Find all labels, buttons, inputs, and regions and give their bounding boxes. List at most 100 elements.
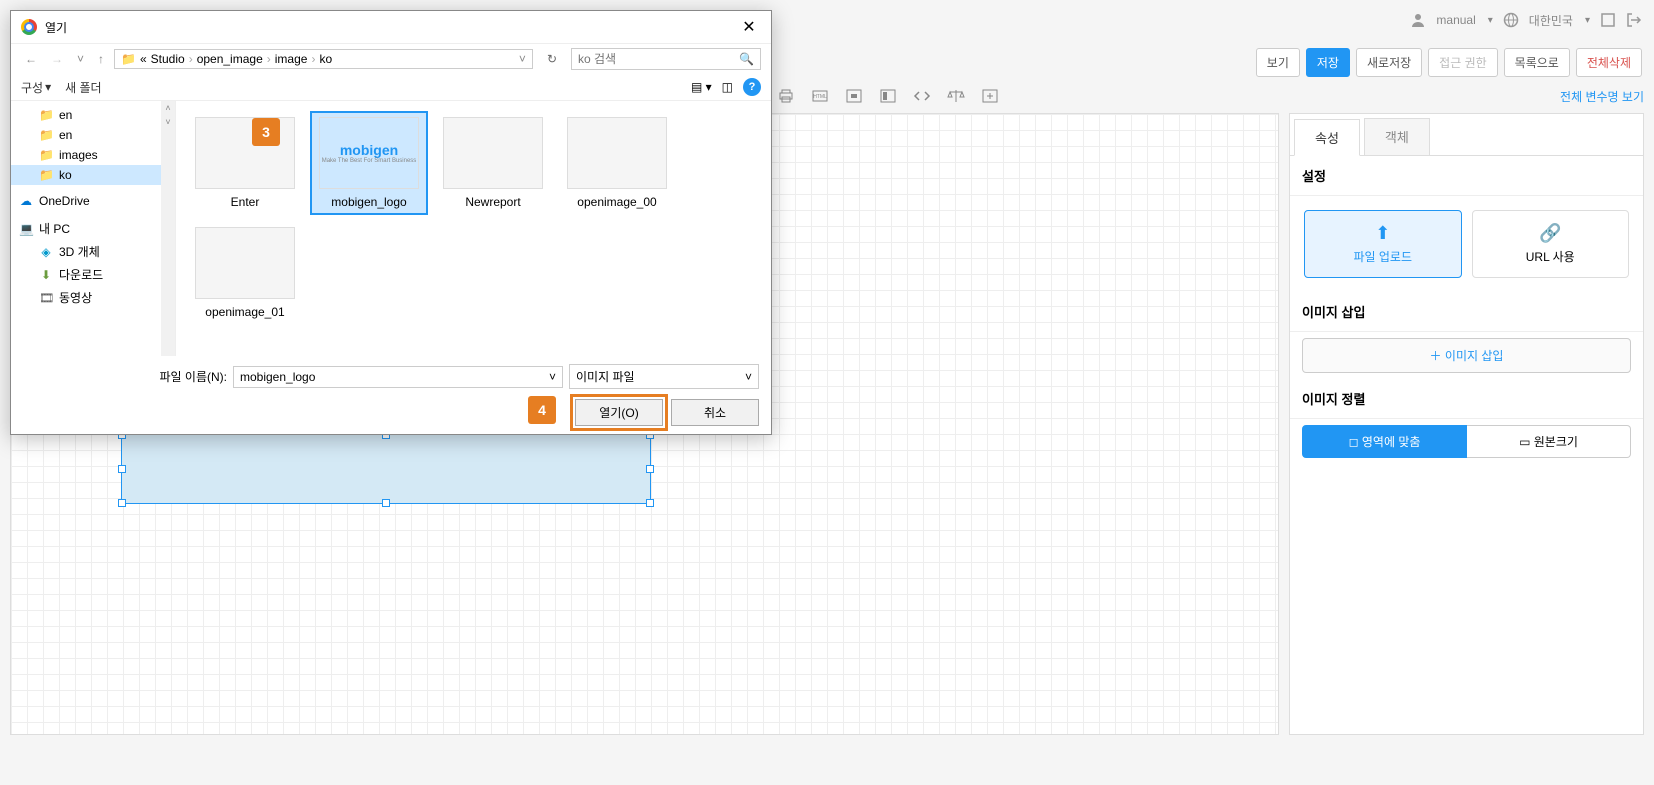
tabs: 속성 객체 [1290, 114, 1643, 156]
plus-icon: ＋ [1430, 349, 1442, 363]
tree-item[interactable]: ⬇다운로드 [11, 263, 175, 286]
filter-label: 이미지 파일 [576, 368, 635, 385]
dialog-toolbar: 구성 ▾ 새 폴더 ▤ ▾ ◫ ? [11, 74, 771, 101]
file-thumb [195, 227, 295, 299]
align-title: 이미지 정렬 [1290, 379, 1643, 419]
panel-icon[interactable] [843, 85, 865, 107]
filename-input-box[interactable]: ˅ [233, 366, 563, 388]
crumb[interactable]: image [275, 52, 308, 66]
open-button[interactable]: 열기(O) [575, 399, 663, 426]
close-icon[interactable]: ✕ [737, 17, 761, 37]
file-item[interactable]: openimage_01 [186, 221, 304, 325]
user-label[interactable]: manual [1436, 13, 1475, 27]
print-icon[interactable] [775, 85, 797, 107]
align-original-label: 원본크기 [1534, 435, 1578, 449]
forward-icon[interactable]: → [47, 50, 67, 68]
preview-pane-icon[interactable]: ◫ [722, 80, 733, 94]
chevron-down-icon[interactable]: ˅ [549, 370, 556, 384]
crumb[interactable]: Studio [151, 52, 185, 66]
save-as-button[interactable]: 새로저장 [1356, 48, 1422, 77]
tab-properties[interactable]: 속성 [1294, 119, 1360, 156]
crumb[interactable]: ko [319, 52, 332, 66]
search-box[interactable]: 🔍 [571, 48, 761, 70]
insert-image-button[interactable]: ＋ 이미지 삽입 [1302, 338, 1631, 373]
organize-button[interactable]: 구성 ▾ [21, 79, 51, 96]
recent-caret-icon[interactable]: ˅ [73, 50, 88, 68]
view-mode-icon[interactable]: ▤ ▾ [691, 80, 712, 94]
button-row: 열기(O) 취소 [23, 399, 759, 426]
scrollbar[interactable]: ˄˅ [161, 101, 175, 356]
dialog-title: 열기 [45, 19, 737, 36]
to-list-button[interactable]: 목록으로 [1504, 48, 1570, 77]
up-icon[interactable]: ↑ [94, 50, 108, 68]
breadcrumb[interactable]: 📁 « Studio› open_image› image› ko ˅ [114, 49, 533, 69]
search-input[interactable] [578, 52, 735, 66]
dialog-body: 📁en 📁en 📁images 📁ko ☁OneDrive 💻내 PC ◈3D … [11, 101, 771, 356]
align-original-button[interactable]: ▭ 원본크기 [1467, 425, 1631, 458]
save-button[interactable]: 저장 [1306, 48, 1350, 77]
new-folder-button[interactable]: 새 폴더 [65, 79, 101, 96]
canvas-selection[interactable] [121, 434, 651, 504]
permission-button[interactable]: 접근 권한 [1428, 48, 1498, 77]
tree-item-onedrive[interactable]: ☁OneDrive [11, 191, 175, 211]
crumb[interactable]: open_image [197, 52, 263, 66]
resize-handle[interactable] [646, 465, 654, 473]
video-icon: 🎞 [39, 291, 53, 305]
callout-4: 4 [528, 396, 556, 424]
tree-item-pc[interactable]: 💻내 PC [11, 217, 175, 240]
resize-handle[interactable] [118, 499, 126, 507]
file-item[interactable]: mobigen Make The Best For Smart Business… [310, 111, 428, 215]
panel2-icon[interactable] [877, 85, 899, 107]
align-fit-button[interactable]: ◻ 영역에 맞춤 [1302, 425, 1467, 458]
tree-item[interactable]: 📁ko [11, 165, 175, 185]
file-upload-label: 파일 업로드 [1353, 250, 1412, 264]
resize-handle[interactable] [382, 499, 390, 507]
cancel-button[interactable]: 취소 [671, 399, 759, 426]
region-label[interactable]: 대한민국 [1529, 12, 1573, 29]
add-panel-icon[interactable] [979, 85, 1001, 107]
file-item[interactable]: Newreport [434, 111, 552, 215]
code-icon[interactable] [911, 85, 933, 107]
delete-all-button[interactable]: 전체삭제 [1576, 48, 1642, 77]
dialog-footer: 파일 이름(N): ˅ 이미지 파일 ˅ 열기(O) 취소 [11, 356, 771, 434]
refresh-icon[interactable]: ↻ [539, 48, 565, 70]
exit-icon[interactable] [1626, 12, 1642, 28]
tab-object[interactable]: 객체 [1364, 118, 1430, 155]
tree-item[interactable]: 📁en [11, 125, 175, 145]
filename-input[interactable] [240, 370, 549, 384]
url-use-label: URL 사용 [1526, 250, 1575, 264]
file-item[interactable]: Enter [186, 111, 304, 215]
help-icon[interactable]: ? [743, 78, 761, 96]
file-thumb [443, 117, 543, 189]
file-item[interactable]: openimage_00 [558, 111, 676, 215]
resize-handle[interactable] [646, 499, 654, 507]
balance-icon[interactable] [945, 85, 967, 107]
cloud-icon: ☁ [19, 194, 33, 208]
right-panel: 속성 객체 설정 ⬆ 파일 업로드 🔗 URL 사용 이미지 삽입 ＋ 이미지 … [1289, 113, 1644, 735]
filter-select[interactable]: 이미지 파일 ˅ [569, 364, 759, 389]
file-upload-option[interactable]: ⬆ 파일 업로드 [1304, 210, 1462, 278]
dialog-nav: ← → ˅ ↑ 📁 « Studio› open_image› image› k… [11, 44, 771, 74]
file-label: Enter [192, 195, 298, 209]
search-icon[interactable]: 🔍 [739, 52, 754, 66]
fit-icon: ◻ [1349, 435, 1359, 449]
tree-item[interactable]: ◈3D 개체 [11, 240, 175, 263]
resize-handle[interactable] [118, 465, 126, 473]
view-all-vars-link[interactable]: 전체 변수명 보기 [1560, 88, 1644, 105]
callout-3: 3 [252, 118, 280, 146]
view-button[interactable]: 보기 [1256, 48, 1300, 77]
tree-item[interactable]: 🎞동영상 [11, 286, 175, 309]
chevron-down-icon: ˅ [745, 370, 752, 384]
html-icon[interactable]: HTML [809, 85, 831, 107]
chevron-down-icon[interactable]: ˅ [519, 52, 526, 66]
insert-title: 이미지 삽입 [1290, 292, 1643, 332]
expand-icon[interactable] [1600, 12, 1616, 28]
file-label: Newreport [440, 195, 546, 209]
url-use-option[interactable]: 🔗 URL 사용 [1472, 210, 1630, 278]
tree-pane[interactable]: 📁en 📁en 📁images 📁ko ☁OneDrive 💻내 PC ◈3D … [11, 101, 176, 356]
filename-row: 파일 이름(N): ˅ 이미지 파일 ˅ [23, 364, 759, 389]
tree-item[interactable]: 📁images [11, 145, 175, 165]
back-icon[interactable]: ← [21, 50, 41, 68]
tree-item[interactable]: 📁en [11, 105, 175, 125]
original-icon: ▭ [1519, 435, 1530, 449]
